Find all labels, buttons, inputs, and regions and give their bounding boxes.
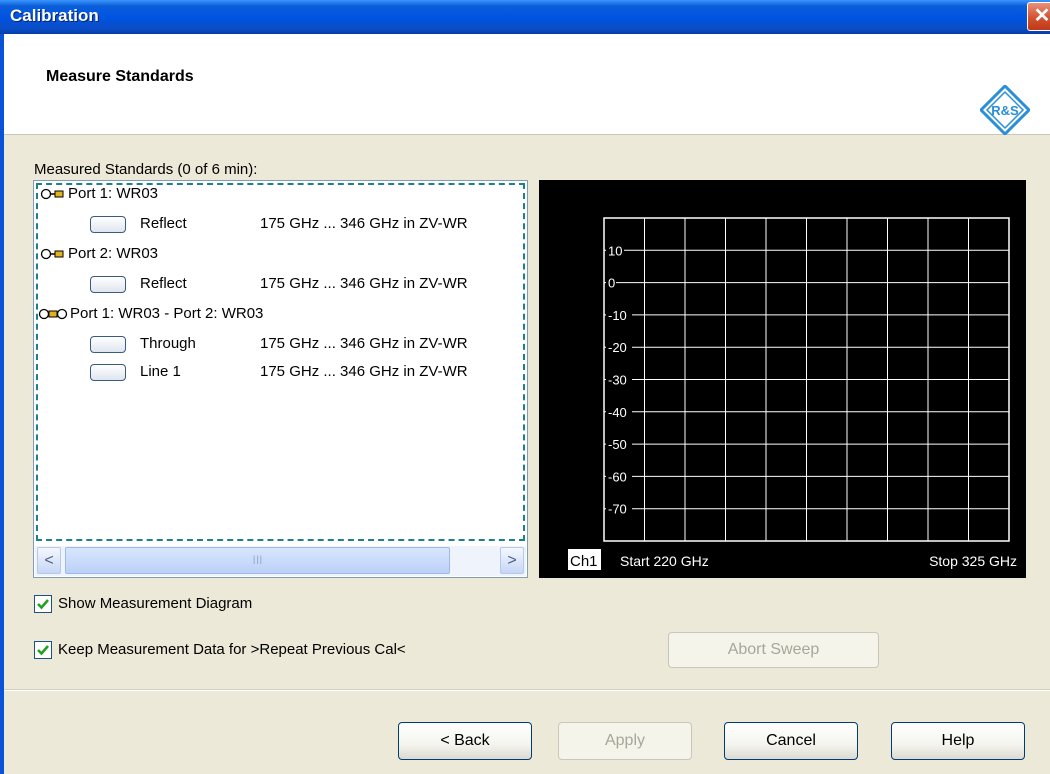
group-label: Port 2: WR03 [68, 245, 159, 262]
close-icon: ✕ [1033, 5, 1050, 27]
keep-data-label: Keep Measurement Data for >Repeat Previo… [58, 641, 406, 658]
logo-text: R&S [991, 103, 1019, 118]
show-diagram-label: Show Measurement Diagram [58, 595, 253, 612]
y-tick-label: -60 [608, 469, 627, 484]
y-tick-label: -20 [608, 340, 627, 355]
two-port-connector-icon [38, 308, 68, 320]
start-frequency: Start 220 GHz [620, 553, 709, 569]
tree-item-through[interactable]: Through 175 GHz ... 346 GHz in ZV-WR [90, 333, 527, 355]
rs-logo-icon: R&S [980, 85, 1030, 135]
close-button[interactable]: ✕ [1027, 2, 1050, 31]
tree-item-line1[interactable]: Line 1 175 GHz ... 346 GHz in ZV-WR [90, 361, 527, 383]
measured-standards-label: Measured Standards (0 of 6 min): [34, 161, 258, 178]
channel-label: Ch1 [570, 553, 598, 570]
abort-sweep-button[interactable]: Abort Sweep [668, 632, 879, 668]
separator [4, 689, 1050, 691]
title-bar: Calibration ✕ [0, 0, 1050, 34]
standard-name: Line 1 [140, 363, 181, 380]
y-tick-label: -30 [608, 373, 627, 388]
standards-tree[interactable]: Port 1: WR03 Reflect 175 GHz ... 346 GHz… [33, 180, 528, 578]
scroll-grip: III [252, 553, 263, 567]
checkmark-icon [37, 599, 49, 610]
scroll-right-button[interactable]: > [500, 547, 524, 574]
standard-name: Through [140, 335, 196, 352]
scroll-left-button[interactable]: < [37, 547, 61, 574]
group-label: Port 1: WR03 - Port 2: WR03 [70, 305, 264, 322]
keep-data-checkbox[interactable] [34, 641, 52, 659]
chevron-right-icon: > [507, 552, 517, 569]
y-tick-label: -50 [608, 437, 627, 452]
apply-button[interactable]: Apply [558, 722, 692, 760]
wizard-header: Measure Standards R&S [4, 34, 1050, 135]
diagram-grid: 10 0 -10 -20 -30 -40 -50 -60 -70 Ch1 Start 220 G… [568, 217, 1017, 570]
page-title: Measure Standards [46, 68, 194, 85]
cancel-button[interactable]: Cancel [724, 722, 858, 760]
window-title: Calibration [10, 6, 99, 25]
tree-item-port2-reflect[interactable]: Reflect 175 GHz ... 346 GHz in ZV-WR [90, 273, 527, 295]
measure-standard-button[interactable] [90, 216, 126, 233]
standard-range: 175 GHz ... 346 GHz in ZV-WR [260, 215, 468, 232]
measure-standard-button[interactable] [90, 364, 126, 381]
standard-name: Reflect [140, 215, 187, 232]
group-label: Port 1: WR03 [68, 185, 159, 202]
measure-standard-button[interactable] [90, 336, 126, 353]
window-frame-left [0, 34, 4, 774]
open-port-connector-icon [40, 248, 64, 260]
y-tick-label: -40 [608, 405, 627, 420]
stop-frequency: Stop 325 GHz [929, 553, 1017, 569]
y-tick-label: -70 [608, 502, 627, 517]
standard-range: 175 GHz ... 346 GHz in ZV-WR [260, 363, 468, 380]
scroll-thumb[interactable]: III [65, 547, 450, 574]
tree-item-port1-reflect[interactable]: Reflect 175 GHz ... 346 GHz in ZV-WR [90, 213, 527, 235]
back-button[interactable]: < Back [398, 722, 532, 760]
chevron-left-icon: < [44, 552, 54, 569]
y-tick-label: 10 [608, 243, 622, 258]
standard-range: 175 GHz ... 346 GHz in ZV-WR [260, 275, 468, 292]
y-tick-label: 0 [608, 276, 615, 291]
measurement-diagram: 10 0 -10 -20 -30 -40 -50 -60 -70 Ch1 Start 220 G… [539, 180, 1026, 578]
help-button[interactable]: Help [891, 722, 1025, 760]
measure-standard-button[interactable] [90, 276, 126, 293]
standard-range: 175 GHz ... 346 GHz in ZV-WR [260, 335, 468, 352]
show-diagram-checkbox[interactable] [34, 595, 52, 613]
checkmark-icon [37, 645, 49, 656]
standard-name: Reflect [140, 275, 187, 292]
open-port-connector-icon [40, 188, 64, 200]
y-tick-label: -10 [608, 308, 627, 323]
horizontal-scrollbar[interactable]: < III > [35, 546, 526, 576]
